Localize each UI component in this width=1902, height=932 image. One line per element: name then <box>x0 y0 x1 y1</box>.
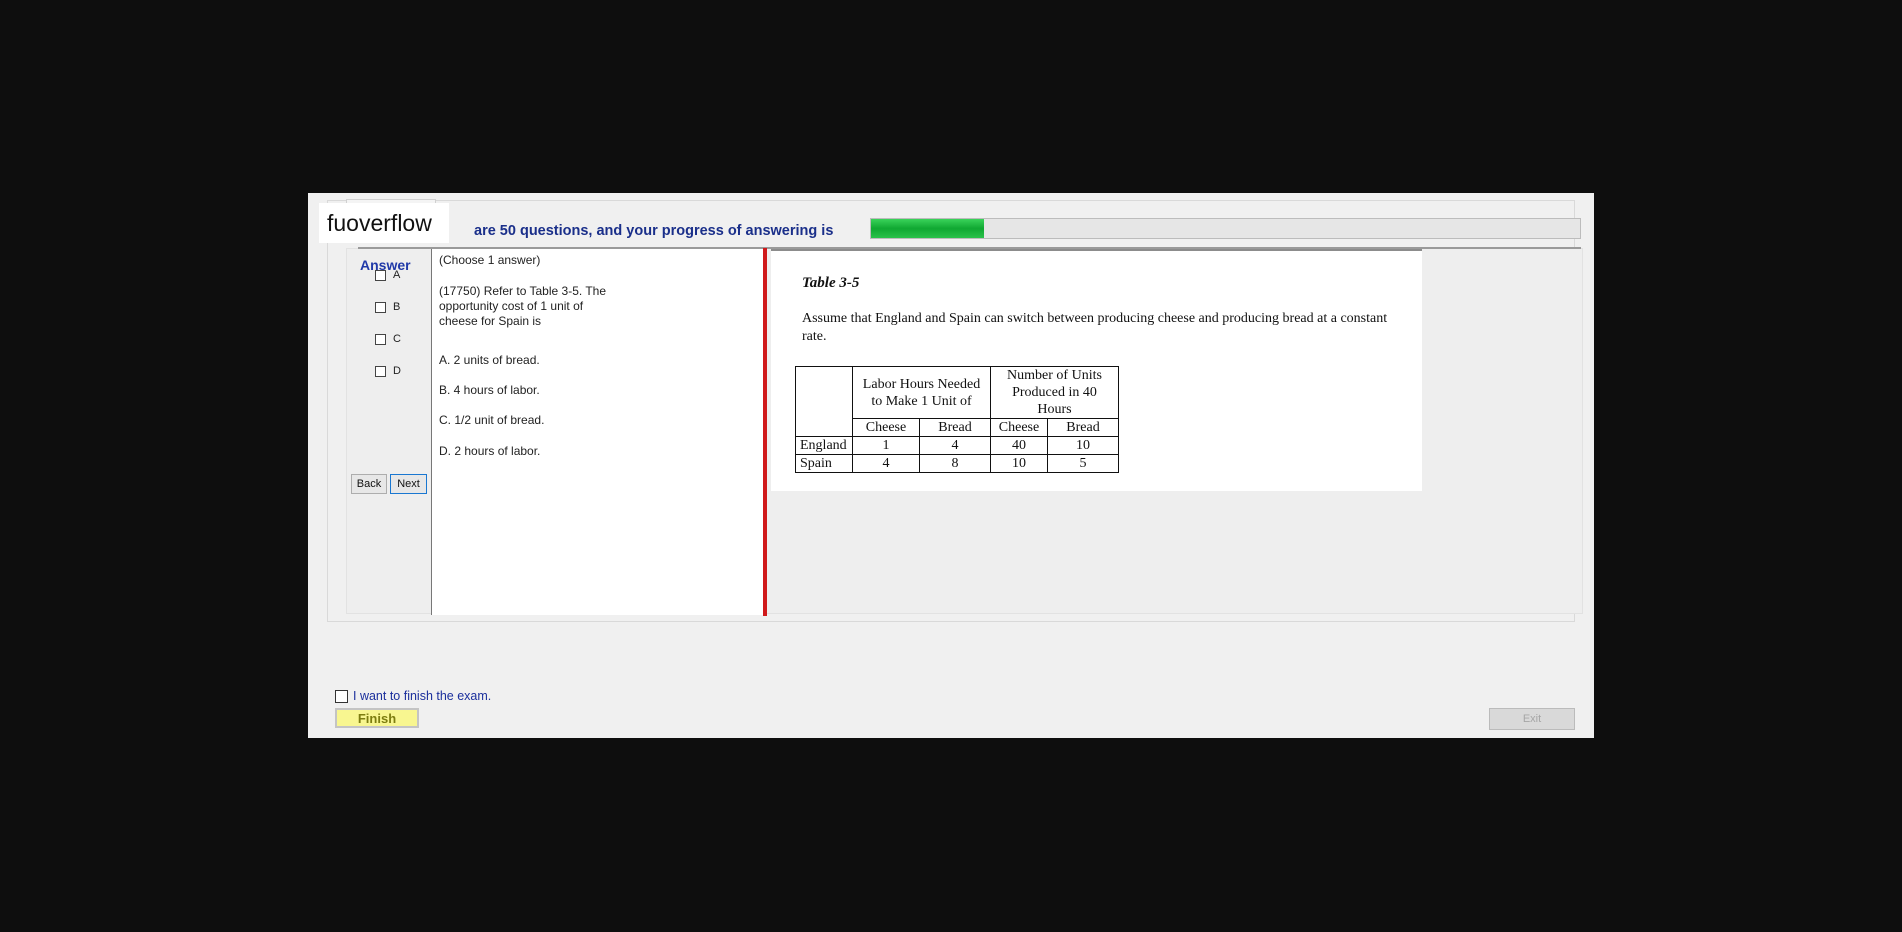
finish-exam-checkbox[interactable]: I want to finish the exam. <box>335 689 491 703</box>
table-cell: 10 <box>990 454 1048 473</box>
question-instruction: (Choose 1 answer) <box>439 253 541 267</box>
next-button[interactable]: Next <box>390 474 427 494</box>
table-cell: 8 <box>919 454 991 473</box>
table-row-name: Spain <box>795 454 853 473</box>
reference-body: Assume that England and Spain can switch… <box>802 311 1388 344</box>
table-header-row: Labor Hours Needed to Make 1 Unit of Num… <box>795 366 1119 437</box>
finish-exam-label: I want to finish the exam. <box>353 689 492 703</box>
back-button[interactable]: Back <box>351 474 387 494</box>
table-subheader: Bread <box>919 418 991 437</box>
option-a-checkbox[interactable]: A <box>375 268 400 282</box>
checkbox-icon[interactable] <box>375 365 386 377</box>
exam-window: are 50 questions, and your progress of a… <box>308 193 1594 738</box>
progress-bar-fill <box>871 219 985 238</box>
stem-line: opportunity cost of 1 unit of <box>439 299 584 313</box>
splitter[interactable] <box>763 248 767 616</box>
table-group-header: Number of Units Produced in 40 Hours <box>990 366 1119 419</box>
header-line: Number of Units <box>1007 368 1102 383</box>
choice-a: A. 2 units of bread. <box>439 353 540 367</box>
header-line: Labor Hours Needed <box>862 376 981 392</box>
table-cell: 4 <box>919 436 991 455</box>
table-row: Spain 4 8 10 5 <box>795 454 1119 473</box>
table-group-header: Labor Hours Needed to Make 1 Unit of <box>852 366 991 419</box>
table-cell: 10 <box>1047 436 1119 455</box>
checkbox-icon[interactable] <box>375 333 386 345</box>
choice-b: B. 4 hours of labor. <box>439 383 540 397</box>
option-d-checkbox[interactable]: D <box>375 364 401 378</box>
header-line: to Make 1 Unit of <box>871 393 972 409</box>
table-subheader: Cheese <box>852 418 920 437</box>
reference-table: Labor Hours Needed to Make 1 Unit of Num… <box>795 366 1119 473</box>
stem-line: cheese for Spain is <box>439 314 542 328</box>
question-group: are 50 questions, and your progress of a… <box>327 199 1583 622</box>
checkbox-icon[interactable] <box>375 269 386 281</box>
checkbox-icon[interactable] <box>375 301 386 313</box>
checkbox-icon[interactable] <box>335 689 348 703</box>
option-label: A <box>393 269 401 281</box>
finish-button[interactable]: Finish <box>335 708 419 728</box>
progress-bar <box>870 218 1581 239</box>
table-subheader: Cheese <box>990 418 1048 437</box>
reference-panel: Table 3-5 Assume that England and Spain … <box>771 249 1422 491</box>
table-cell: 1 <box>852 436 920 455</box>
exit-button[interactable]: Exit <box>1489 708 1575 730</box>
option-label: B <box>393 301 401 313</box>
reference-title: Table 3-5 <box>802 275 860 291</box>
table-cell: 4 <box>852 454 920 473</box>
option-label: C <box>393 333 401 345</box>
table-cell: 5 <box>1047 454 1119 473</box>
choice-c: C. 1/2 unit of bread. <box>439 413 545 427</box>
choice-d: D. 2 hours of labor. <box>439 444 541 458</box>
option-label: D <box>393 365 401 377</box>
table-row-name: England <box>795 436 853 455</box>
table-corner-cell <box>795 366 853 437</box>
stem-line: (17750) Refer to Table 3-5. The <box>439 284 606 298</box>
question-panel: (Choose 1 answer) (17750) Refer to Table… <box>431 249 765 615</box>
header-line: Produced in 40 Hours <box>1012 385 1097 417</box>
option-c-checkbox[interactable]: C <box>375 332 401 346</box>
question-stem: (17750) Refer to Table 3-5. The opportun… <box>439 284 606 329</box>
table-row: England 1 4 40 10 <box>795 436 1119 455</box>
table-subheader: Bread <box>1047 418 1119 437</box>
option-b-checkbox[interactable]: B <box>375 300 400 314</box>
watermark-label: fuoverflow <box>319 203 449 243</box>
table-cell: 40 <box>990 436 1048 455</box>
progress-label: are 50 questions, and your progress of a… <box>474 223 834 239</box>
